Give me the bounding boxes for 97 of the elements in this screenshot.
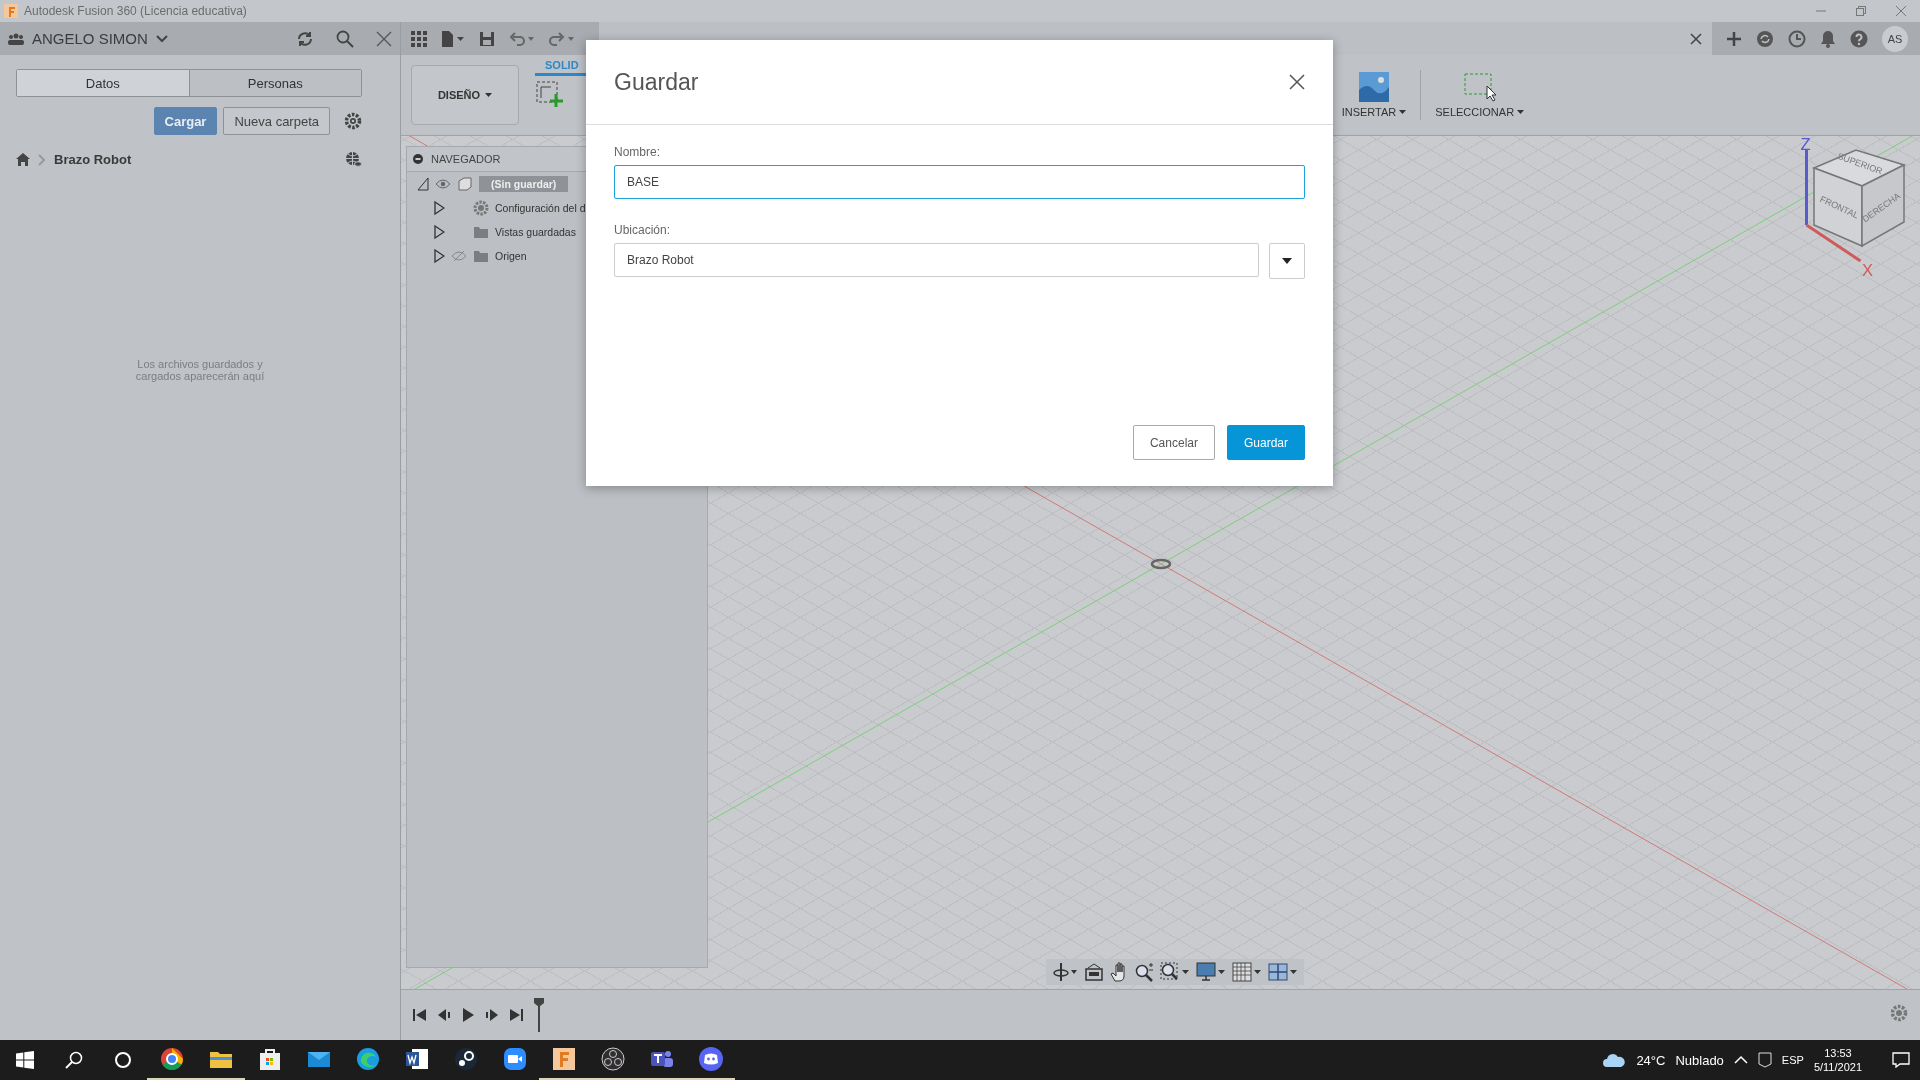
- empty-state-message: Los archivos guardados y cargados aparecerán aquí: [134, 358, 266, 382]
- settings-icon[interactable]: [1890, 1004, 1908, 1022]
- caret-icon: [1399, 110, 1407, 114]
- clock-date[interactable]: 5/11/2021: [1813, 1061, 1862, 1073]
- round-logo-icon[interactable]: [159, 1047, 184, 1071]
- chevron-up-icon[interactable]: [1733, 1055, 1748, 1065]
- game-controller-icon[interactable]: [698, 1047, 723, 1071]
- breadcrumb-item[interactable]: Brazo Robot: [54, 152, 337, 167]
- collapse-icon[interactable]: [413, 154, 423, 164]
- collapse-triangle-icon[interactable]: [417, 177, 429, 191]
- panel-tab[interactable]: Datos: [17, 70, 189, 96]
- gear-logo-icon[interactable]: [453, 1047, 478, 1071]
- temperature: 24°C: [1636, 1052, 1666, 1068]
- file-menu-icon[interactable]: [441, 30, 465, 47]
- folder-icon: [473, 224, 489, 240]
- cancel-button[interactable]: Cancelar: [1132, 425, 1215, 460]
- undo-icon[interactable]: [509, 30, 535, 47]
- location-field[interactable]: Brazo Robot: [614, 243, 1259, 277]
- select-menu[interactable]: SELECCIONAR: [1429, 72, 1531, 118]
- user-name[interactable]: ANGELO SIMON: [32, 30, 148, 47]
- close-icon[interactable]: [1289, 74, 1305, 90]
- tree-item-label[interactable]: Origen: [495, 250, 527, 262]
- insert-menu[interactable]: INSERTAR: [1335, 72, 1413, 118]
- notifications-icon[interactable]: [1892, 1052, 1910, 1068]
- weather-label: Nublado: [1675, 1052, 1724, 1068]
- origin-icon: [1150, 558, 1172, 570]
- zoom-icon[interactable]: [1134, 962, 1154, 982]
- video-camera-icon[interactable]: [502, 1047, 527, 1071]
- chevron-right-icon: [38, 153, 46, 166]
- component-icon: [457, 176, 473, 192]
- start-icon[interactable]: [15, 1051, 34, 1069]
- settings-icon[interactable]: [344, 112, 362, 130]
- display-icon[interactable]: [1196, 962, 1226, 982]
- search-icon[interactable]: [64, 1051, 83, 1069]
- clock-time[interactable]: 13:53: [1824, 1047, 1852, 1059]
- timeline-marker-icon[interactable]: [533, 998, 545, 1032]
- tree-item-label[interactable]: Configuración del d: [495, 202, 586, 214]
- language-indicator[interactable]: ESP: [1781, 1054, 1804, 1066]
- people-icon: [8, 32, 24, 45]
- caret-icon: [1517, 110, 1525, 114]
- next-icon[interactable]: [485, 1008, 499, 1022]
- workspace-dropdown[interactable]: DISEÑO: [411, 65, 519, 125]
- orbit-icon[interactable]: [1052, 962, 1078, 982]
- restore-icon[interactable]: [1856, 6, 1866, 16]
- shield-logo-icon[interactable]: [1757, 1052, 1772, 1068]
- user-avatar[interactable]: AS: [1882, 25, 1908, 52]
- pan-hand-icon[interactable]: [1110, 962, 1128, 982]
- caret-icon: [485, 93, 493, 97]
- globe-icon[interactable]: [345, 151, 362, 168]
- eye-icon[interactable]: [435, 178, 451, 190]
- home-icon[interactable]: [16, 153, 30, 166]
- grid-icon[interactable]: [1232, 962, 1262, 982]
- expand-triangle-icon[interactable]: [433, 201, 445, 215]
- close-icon[interactable]: [376, 30, 392, 47]
- close-icon[interactable]: [1690, 32, 1702, 45]
- swirl-logo-icon[interactable]: [355, 1047, 380, 1071]
- image-icon: [1358, 72, 1389, 102]
- circle-icon[interactable]: [113, 1051, 132, 1069]
- cloud-icon: [1602, 1052, 1627, 1068]
- document-logo-icon[interactable]: [404, 1047, 429, 1071]
- ring-logo-icon[interactable]: [600, 1047, 625, 1071]
- f-logo-icon: [4, 4, 18, 18]
- f-logo-icon[interactable]: [551, 1047, 576, 1071]
- help-icon[interactable]: [1850, 29, 1868, 48]
- app-grid-icon[interactable]: [411, 30, 427, 47]
- dropdown-button[interactable]: [1269, 243, 1305, 279]
- sync-icon[interactable]: [1756, 29, 1774, 48]
- dialog-title: Guardar: [614, 68, 699, 96]
- viewports-icon[interactable]: [1268, 962, 1298, 982]
- look-at-icon[interactable]: [1084, 963, 1104, 981]
- panel-tab[interactable]: Personas: [188, 70, 361, 96]
- redo-icon[interactable]: [549, 30, 575, 47]
- new-tab-plus-icon[interactable]: [1726, 30, 1742, 47]
- new-folder-button[interactable]: Nueva carpeta: [223, 107, 330, 135]
- refresh-icon[interactable]: [296, 29, 314, 48]
- tree-item-label[interactable]: Vistas guardadas: [495, 226, 576, 238]
- fit-zoom-icon[interactable]: [1160, 962, 1190, 982]
- gear-icon: [473, 200, 489, 216]
- window-title: Autodesk Fusion 360 (Licencia educativa): [24, 4, 247, 18]
- name-field[interactable]: BASE: [614, 165, 1305, 199]
- chevron-down-icon[interactable]: [155, 34, 168, 43]
- clock-icon[interactable]: [1788, 29, 1806, 48]
- expand-triangle-icon[interactable]: [433, 225, 445, 239]
- folder-icon: [473, 248, 489, 264]
- bell-icon[interactable]: [1820, 29, 1836, 48]
- caret-icon: [1282, 258, 1292, 264]
- previous-icon[interactable]: [437, 1008, 451, 1022]
- last-icon[interactable]: [509, 1008, 523, 1022]
- shopping-bag-icon[interactable]: [257, 1047, 282, 1071]
- panel-title: NAVEGADOR: [431, 153, 501, 165]
- field-label: Ubicación:: [614, 223, 672, 237]
- first-icon[interactable]: [413, 1008, 427, 1022]
- field-label: Nombre:: [614, 145, 661, 159]
- expand-triangle-icon[interactable]: [433, 249, 445, 263]
- selection-box-icon: [1462, 72, 1497, 102]
- play-icon[interactable]: [461, 1008, 475, 1022]
- save-icon[interactable]: [479, 30, 495, 47]
